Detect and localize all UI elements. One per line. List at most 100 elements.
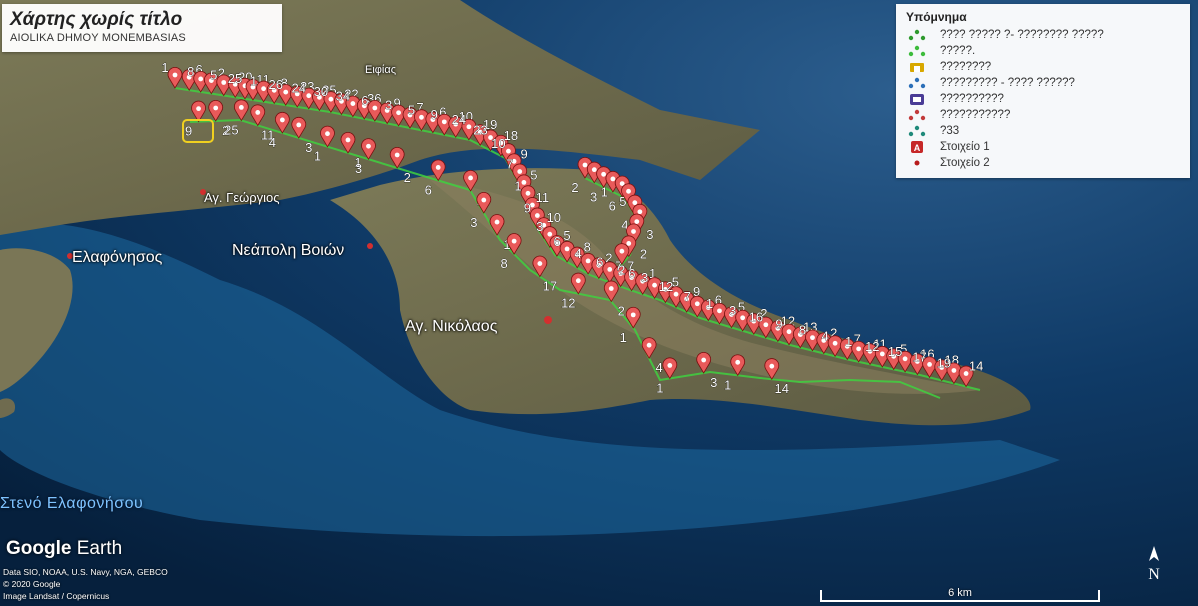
marker-dot	[632, 200, 638, 206]
marker-dot	[213, 105, 219, 111]
marker-label: 4	[821, 328, 828, 343]
marker-label: 3	[355, 161, 362, 176]
map-title: Χάρτης χωρίς τίτλο	[10, 9, 183, 30]
marker-label: 3	[646, 227, 653, 242]
marker-dot	[441, 119, 447, 125]
marker-dot	[626, 241, 632, 246]
marker-dot	[564, 246, 570, 252]
marker-label: 7	[506, 157, 513, 172]
marker-dot	[372, 105, 378, 111]
legend-item[interactable]: ??????????	[906, 91, 1180, 107]
marker-dot	[646, 342, 652, 348]
map-title-card[interactable]: Χάρτης χωρίς τίτλο AIOLIKA DHMOY MONEMBA…	[2, 4, 282, 52]
legend-item[interactable]: ????????? - ???? ??????	[906, 75, 1180, 91]
place-label-steno: Στενό Ελαφονήσου	[0, 495, 144, 512]
marker-dot	[511, 238, 517, 244]
legend-item[interactable]: ?????.	[906, 43, 1180, 59]
place-dot-neapoli[interactable]	[367, 243, 373, 249]
marker-label: 1	[514, 178, 521, 193]
marker-dot	[607, 267, 613, 272]
legend-item[interactable]: ?33	[906, 123, 1180, 139]
legend-item[interactable]: A Στοιχείο 1	[906, 139, 1180, 155]
legend-item-label: Στοιχείο 2	[940, 157, 990, 169]
marker-dot	[494, 219, 500, 225]
legend-item[interactable]: ????????	[906, 59, 1180, 75]
marker-label: 8	[584, 240, 591, 255]
marker-label: 5	[530, 167, 537, 182]
marker-dot	[283, 89, 289, 95]
marker-label: 34	[336, 89, 350, 104]
marker-label: 1	[656, 380, 663, 395]
marker-label: 4	[574, 246, 581, 261]
marker-label: 26	[269, 77, 283, 92]
marker-dot	[963, 371, 969, 376]
marker-label: 12	[865, 339, 879, 354]
marker-dot	[517, 169, 523, 174]
marker-dot	[419, 114, 424, 120]
marker-dot	[763, 322, 769, 328]
marker-label: 12	[561, 296, 575, 311]
green-path-icon	[906, 28, 928, 42]
marker-dot	[547, 231, 553, 237]
legend-item-label: ????????? - ???? ??????	[940, 77, 1075, 89]
marker-dot	[585, 258, 591, 264]
marker-label: 6	[596, 254, 603, 269]
legend-item[interactable]: ???? ????? ?- ???????? ?????	[906, 27, 1180, 43]
legend-title: Υπόμνημα	[906, 10, 967, 24]
legend-item-label: ??????????	[940, 93, 1004, 105]
marker-dot	[366, 143, 371, 149]
marker-dot	[591, 167, 597, 173]
marker-dot	[394, 152, 400, 158]
legend-item-label: ???? ????? ?- ???????? ?????	[940, 29, 1104, 41]
marker-dot	[521, 179, 527, 185]
marker-dot	[172, 72, 178, 78]
marker-dot	[328, 96, 334, 102]
place-label-ag-nikolaos: Αγ. Νικόλαος	[405, 318, 498, 335]
marker-label: 1	[314, 149, 321, 164]
marker-dot	[525, 190, 531, 196]
building-icon	[906, 92, 928, 106]
blue-path-icon	[906, 76, 928, 90]
marker-label: 9	[524, 201, 531, 216]
marker-label: 1	[620, 330, 627, 345]
place-dot-ag-nikolaos[interactable]	[544, 316, 552, 324]
marker-dot	[951, 368, 957, 373]
green-path-icon	[906, 44, 928, 58]
marker-dot	[927, 361, 932, 367]
legend-item-label: ?????.	[940, 45, 976, 57]
marker-label: 1	[706, 296, 713, 311]
compass-icon[interactable]: N	[1141, 545, 1167, 583]
legend-panel[interactable]: Υπόμνημα ???? ????? ?- ???????? ????????…	[896, 4, 1190, 178]
marker-label: 4	[269, 135, 276, 150]
marker-label: 25	[228, 71, 242, 86]
marker-dot	[610, 176, 616, 182]
credit-copyright: © 2020 Google	[3, 579, 61, 589]
marker-dot	[575, 278, 581, 284]
marker-dot	[325, 131, 330, 137]
marker-dot	[221, 80, 227, 85]
marker-dot	[468, 175, 473, 181]
legend-list: ???? ????? ?- ???????? ??????????.??????…	[906, 27, 1180, 171]
marker-label: 1	[161, 60, 168, 75]
marker-dot	[856, 346, 862, 352]
marker-label: 3	[305, 140, 312, 155]
marker-dot	[786, 329, 792, 335]
marker-dot	[740, 315, 746, 321]
marker-dot	[279, 117, 285, 123]
legend-item[interactable]: ???????????	[906, 107, 1180, 123]
marker-label: 10	[491, 136, 505, 151]
legend-item-label: ?33	[940, 125, 960, 137]
marker-dot	[601, 171, 606, 177]
google-earth-logo: Google Earth	[6, 538, 123, 559]
marker-label: 18	[504, 128, 518, 143]
marker-label: 12	[659, 279, 673, 294]
legend-item[interactable]: Στοιχείο 2	[906, 155, 1180, 171]
svg-text:A: A	[914, 143, 921, 153]
marker-dot	[769, 363, 775, 369]
marker-label: 24	[452, 112, 466, 127]
marker-dot	[810, 335, 815, 341]
marker-dot	[694, 301, 700, 307]
map-viewport[interactable]: 1 6 8 2 5 20 25 11 1 8 26 23 24 25 30 22 34 36 6 9 3 7 5 6 9 10 24…	[0, 0, 1198, 606]
marker-label: 9	[431, 107, 438, 122]
red-dot-icon	[906, 156, 928, 170]
